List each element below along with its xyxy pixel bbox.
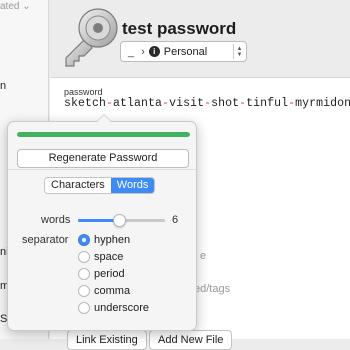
stepper-arrows-icon: ▲ ▼ [233, 44, 245, 59]
item-header: test password _ › i Personal ▲ ▼ [50, 0, 350, 78]
vault-selector[interactable]: _ › i Personal ▲ ▼ [120, 41, 247, 62]
words-count: 6 [172, 214, 179, 226]
link-existing-button[interactable]: Link Existing [67, 330, 147, 350]
item-title[interactable]: test password [122, 19, 236, 39]
password-key-icon [65, 8, 118, 67]
password-strength-meter [17, 132, 190, 137]
add-new-file-button[interactable]: Add New File [149, 330, 233, 350]
words-slider[interactable] [78, 214, 165, 227]
background-text: e [200, 250, 207, 262]
chevron-right-icon: › [141, 45, 145, 58]
separator-option-label: space [94, 251, 124, 263]
popover-arrow [96, 114, 112, 122]
account-name: _ [128, 45, 135, 58]
popover-divider [8, 169, 196, 170]
words-slider-knob[interactable] [112, 214, 126, 227]
tab-characters[interactable]: Characters [45, 178, 111, 193]
separator-option-comma[interactable]: comma [78, 285, 130, 297]
words-label: words [41, 214, 71, 226]
separator-option-underscore[interactable]: underscore [78, 302, 149, 314]
password-separator: - [106, 97, 114, 110]
separator-option-label: hyphen [94, 234, 131, 246]
password-word: myrmidon [295, 97, 350, 110]
radio-button[interactable] [78, 268, 90, 280]
radio-button[interactable] [78, 285, 90, 297]
tab-words[interactable]: Words [110, 178, 155, 193]
radio-button[interactable] [78, 234, 90, 246]
password-field-label: password [64, 87, 103, 97]
separator-option-label: underscore [94, 302, 150, 314]
password-word: sketch [64, 97, 107, 110]
tags-field-placeholder: ed/tags [194, 283, 231, 295]
password-word: visit [169, 97, 205, 110]
password-word: shot [211, 97, 240, 110]
password-generator-popover: Regenerate Password Characters Words wor… [7, 114, 197, 331]
password-separator: - [162, 97, 170, 110]
separator-option-period[interactable]: period [78, 268, 125, 280]
password-word: atlanta [113, 97, 163, 110]
radio-button[interactable] [78, 251, 90, 263]
sort-menu[interactable]: ated ⌄ [0, 1, 31, 12]
separator-label: separator [22, 234, 69, 246]
regenerate-password-button[interactable]: Regenerate Password [17, 149, 189, 168]
password-value[interactable]: sketch-atlanta-visit-shot-tinful-myrmido… [64, 97, 350, 110]
generator-mode-tabs: Characters Words [44, 177, 156, 194]
password-strength-fill [17, 132, 190, 137]
separator-option-space[interactable]: space [78, 251, 123, 263]
separator-option-hyphen[interactable]: hyphen [78, 234, 130, 246]
vault-name: Personal [163, 45, 208, 58]
radio-button[interactable] [78, 302, 90, 314]
password-word: tinful [246, 97, 289, 110]
separator-option-label: period [94, 268, 125, 280]
separator-option-label: comma [94, 285, 131, 297]
vault-icon: i [148, 46, 160, 57]
list-item[interactable]: n [0, 80, 6, 92]
